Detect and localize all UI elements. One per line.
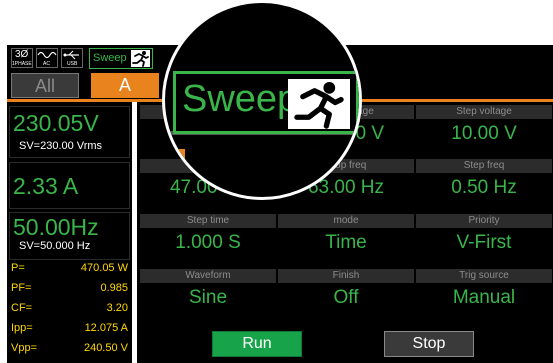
param-priority[interactable]: Priority V-First xyxy=(416,214,552,267)
param-header: Finish xyxy=(278,269,414,283)
measurement-row: PF= 0.985 xyxy=(11,282,130,299)
phase-sub-label: 1PHASE xyxy=(12,61,32,67)
magnifier-overlay: Sweep xyxy=(162,0,362,200)
tab-all[interactable]: All xyxy=(11,73,79,98)
running-man-icon xyxy=(288,79,350,129)
magnified-sweep-indicator: Sweep xyxy=(173,71,359,134)
measurement-key: Ipp= xyxy=(11,322,33,334)
param-mode[interactable]: mode Time xyxy=(278,214,414,267)
param-header: mode xyxy=(278,214,414,228)
param-waveform[interactable]: Waveform Sine xyxy=(140,269,276,322)
measurement-value: 12.075 A xyxy=(84,322,128,334)
param-trig-source[interactable]: Trig source Manual xyxy=(416,269,552,322)
measurement-row: P= 470.05 W xyxy=(11,262,130,279)
ac-waveform-icon: AC xyxy=(36,48,58,68)
frequency-reading: 50.00Hz SV=50.000 Hz xyxy=(9,212,130,260)
param-header: Step voltage xyxy=(416,105,552,119)
param-value: Sine xyxy=(188,287,228,308)
tab-a[interactable]: A xyxy=(91,73,159,98)
voltage-setvalue: SV=230.00 Vrms xyxy=(19,140,103,152)
param-value: Manual xyxy=(452,287,516,308)
param-step-freq[interactable]: Step freq 0.50 Hz xyxy=(416,159,552,212)
param-step-voltage[interactable]: Step voltage 10.00 V xyxy=(416,105,552,158)
param-value: 1.000 S xyxy=(175,232,241,253)
measurement-row: Vpp= 240.50 V xyxy=(11,342,130,359)
run-button[interactable]: Run xyxy=(212,331,302,357)
measurement-key: PF= xyxy=(11,282,32,294)
current-value: 2.33 A xyxy=(13,173,79,199)
param-value: Off xyxy=(333,287,359,308)
sweep-indicator-label: Sweep xyxy=(93,52,127,64)
param-value: 0.50 Hz xyxy=(451,177,517,198)
measurement-key: P= xyxy=(11,262,25,274)
param-finish[interactable]: Finish Off xyxy=(278,269,414,322)
measurement-row: CF= 3.20 xyxy=(11,302,130,319)
usb-icon: USB xyxy=(61,48,83,68)
running-man-icon xyxy=(131,50,150,67)
measurement-value: 240.50 V xyxy=(83,342,128,354)
measurement-key: Vpp= xyxy=(11,342,37,354)
usb-sub-label: USB xyxy=(67,61,78,67)
ac-sub-label: AC xyxy=(43,61,50,67)
sweep-indicator: Sweep xyxy=(89,48,153,69)
sweep-screen: 3Ø 1PHASE AC USB Sweep All A 230.05V SV=… xyxy=(0,0,553,363)
voltage-reading: 230.05V SV=230.00 Vrms xyxy=(9,106,130,158)
param-value: Time xyxy=(325,232,367,253)
param-header: Priority xyxy=(416,214,552,228)
param-header: Trig source xyxy=(416,269,552,283)
measurement-value: 470.05 W xyxy=(80,262,128,274)
param-header: Step freq xyxy=(416,159,552,173)
frequency-value: 50.00Hz xyxy=(13,214,99,240)
param-value: V-First xyxy=(456,232,512,253)
magnified-sweep-label: Sweep xyxy=(182,78,299,120)
param-step-time[interactable]: Step time 1.000 S xyxy=(140,214,276,267)
voltage-value: 230.05V xyxy=(13,110,99,136)
measurement-value: 3.20 xyxy=(106,302,128,314)
readings-panel: 230.05V SV=230.00 Vrms 2.33 A 50.00Hz SV… xyxy=(7,102,132,363)
param-header: Step time xyxy=(140,214,276,228)
stop-button[interactable]: Stop xyxy=(384,331,474,357)
frequency-setvalue: SV=50.000 Hz xyxy=(19,240,91,252)
param-header: Waveform xyxy=(140,269,276,283)
current-reading: 2.33 A xyxy=(9,162,130,209)
param-value: 10.00 V xyxy=(451,123,517,144)
measurement-value: 0.985 xyxy=(100,282,128,294)
measurement-row: Ipp= 12.075 A xyxy=(11,322,130,339)
magnified-tab-edge xyxy=(165,149,185,189)
three-phase-icon: 3Ø 1PHASE xyxy=(11,48,33,68)
phase-symbol: 3Ø xyxy=(15,49,29,60)
measurement-key: CF= xyxy=(11,302,33,314)
